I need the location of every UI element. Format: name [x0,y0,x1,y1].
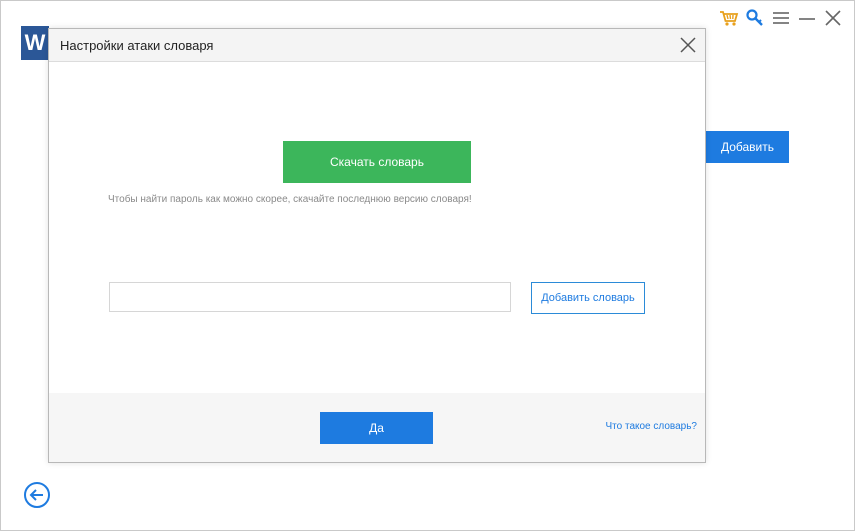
download-dictionary-button[interactable]: Скачать словарь [283,141,471,183]
dictionary-path-input[interactable] [109,282,511,312]
dialog-footer: Да Что такое словарь? [49,393,705,462]
menu-icon[interactable] [771,8,791,28]
add-button[interactable]: Добавить [706,131,789,163]
minimize-icon[interactable] [797,8,817,28]
dialog-title: Настройки атаки словаря [60,38,214,53]
what-is-dictionary-link[interactable]: Что такое словарь? [606,421,698,432]
dictionary-attack-dialog: Настройки атаки словаря Скачать словарь … [48,28,706,463]
cart-icon[interactable] [719,8,739,28]
arrow-left-icon [29,489,43,501]
dialog-close-button[interactable] [677,34,699,56]
download-hint-text: Чтобы найти пароль как можно скорее, ска… [108,194,472,205]
back-button[interactable] [24,482,50,508]
close-icon[interactable] [823,8,843,28]
key-icon[interactable] [745,8,765,28]
close-icon [680,37,696,53]
ok-button[interactable]: Да [320,412,433,444]
add-dictionary-button[interactable]: Добавить словарь [531,282,645,314]
dialog-header: Настройки атаки словаря [49,29,705,62]
app-logo: W [21,26,49,60]
window-controls [719,8,843,28]
